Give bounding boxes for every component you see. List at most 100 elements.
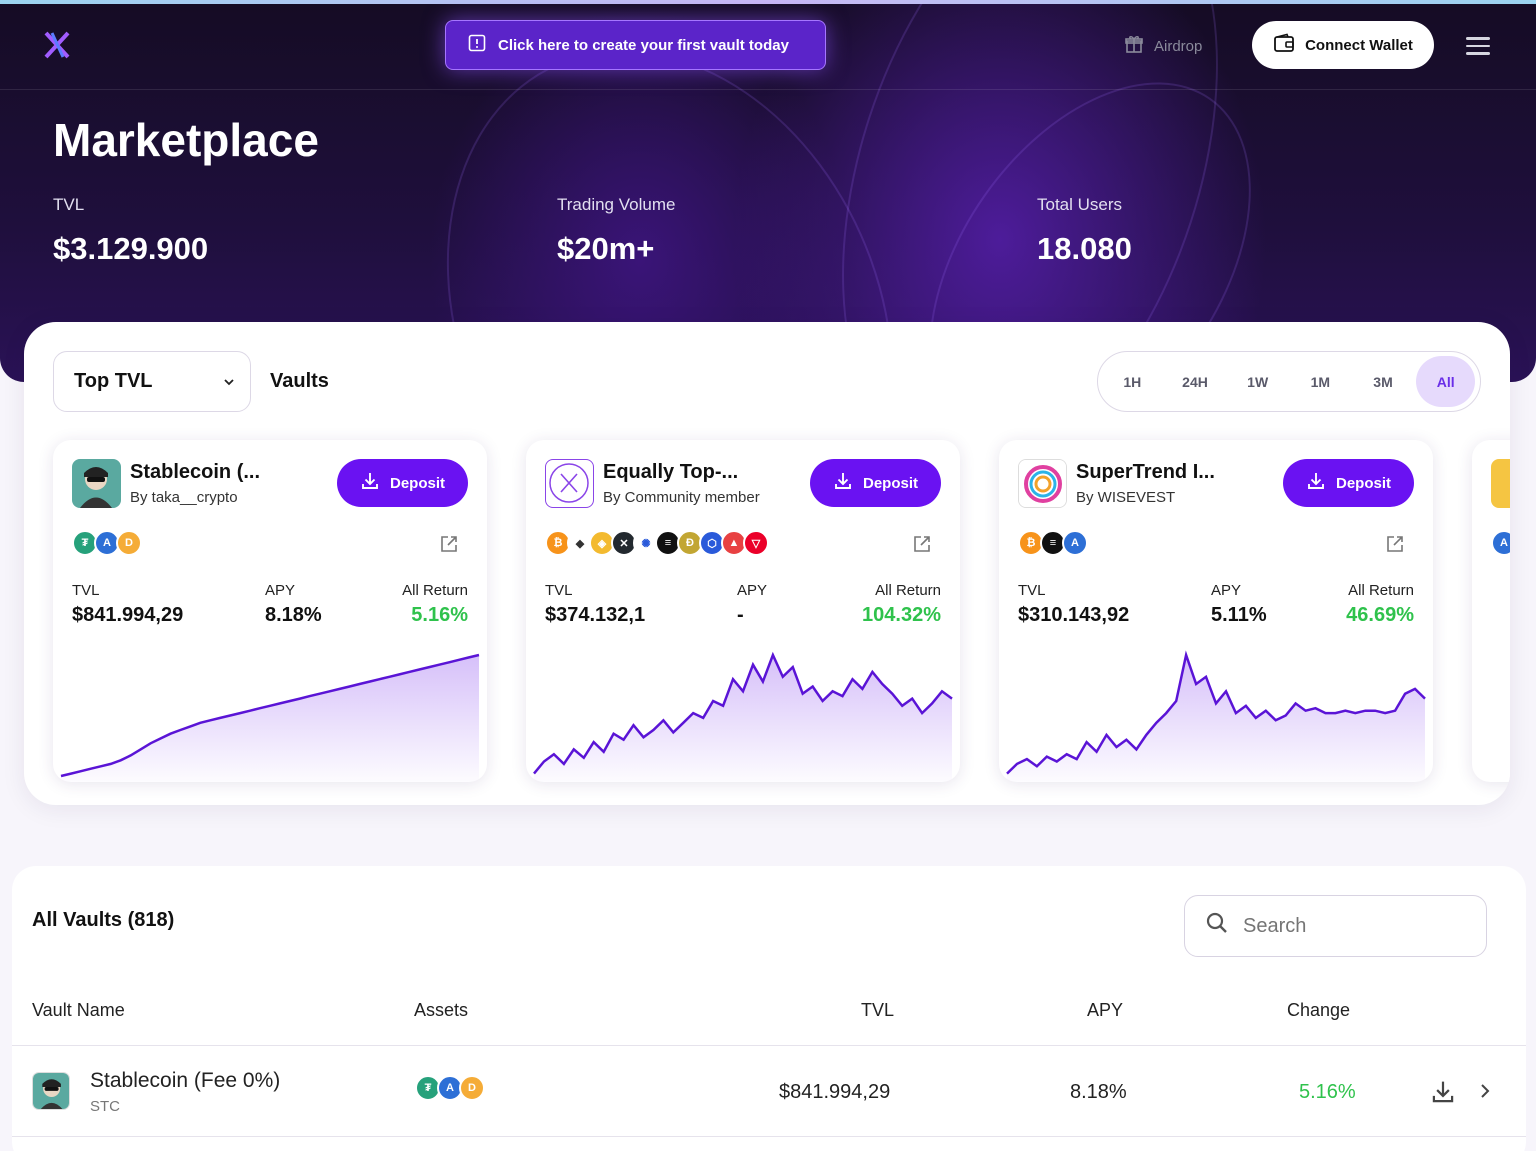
return-value: 5.16% (411, 604, 468, 626)
vault-card[interactable]: SuperTrend I... By WISEVEST Deposit ₿ ≡ … (999, 440, 1433, 782)
row-apy: 8.18% (1070, 1081, 1127, 1103)
vault-card[interactable]: Equally Top-... By Community member Depo… (526, 440, 960, 782)
deposit-label: Deposit (862, 474, 918, 492)
row-deposit-icon[interactable] (1430, 1079, 1456, 1110)
stat-total-users: Total Users 18.080 (1037, 195, 1132, 267)
col-change[interactable]: Change (1287, 1000, 1350, 1021)
apy-value: 8.18% (265, 604, 322, 626)
col-assets[interactable]: Assets (414, 1000, 468, 1021)
sort-select-value: Top TVL (74, 370, 153, 392)
asset-icons: ₿ ≡ A (1018, 530, 1088, 556)
apy-label: APY (737, 582, 768, 599)
stat-total-users-value: 18.080 (1037, 231, 1132, 266)
stat-total-users-label: Total Users (1037, 195, 1123, 214)
vault-avatar (72, 459, 121, 508)
range-1h[interactable]: 1H (1103, 356, 1162, 407)
top-navbar: Click here to create your first vault to… (0, 4, 1536, 90)
range-3m[interactable]: 3M (1354, 356, 1413, 407)
return-value: 104.32% (862, 604, 941, 626)
row-change: 5.16% (1299, 1081, 1356, 1103)
col-apy[interactable]: APY (1087, 1000, 1123, 1021)
chart-area (1007, 655, 1425, 782)
deposit-button[interactable]: Deposit (1283, 459, 1414, 507)
performance-chart (1006, 650, 1426, 782)
performance-chart (533, 651, 953, 782)
vault-author: By taka__crypto (130, 489, 238, 506)
sort-select[interactable]: Top TVL (53, 351, 251, 412)
connect-wallet-label: Connect Wallet (1305, 36, 1413, 54)
airdrop-link[interactable]: Airdrop (1124, 34, 1202, 58)
dai-icon: D (459, 1075, 485, 1101)
wallet-icon (1273, 33, 1295, 57)
time-range-selector: 1H 24H 1W 1M 3M All (1097, 351, 1481, 412)
search-icon (1205, 911, 1229, 941)
tvl-value: $374.132,1 (545, 604, 646, 626)
vault-name: SuperTrend I... (1076, 461, 1215, 483)
create-vault-banner-button[interactable]: Click here to create your first vault to… (445, 20, 826, 70)
info-icon (468, 34, 486, 56)
range-1m[interactable]: 1M (1291, 356, 1350, 407)
range-24h[interactable]: 24H (1166, 356, 1225, 407)
chevron-down-icon (222, 370, 236, 393)
deposit-label: Deposit (1335, 474, 1391, 492)
deposit-button[interactable]: Deposit (337, 459, 468, 507)
tvl-value: $841.994,29 (72, 604, 184, 626)
tvl-label: TVL (72, 582, 100, 599)
stat-tvl: TVL $3.129.900 (53, 195, 208, 267)
return-value: 46.69% (1346, 604, 1414, 626)
stat-trading-volume-label: Trading Volume (557, 195, 676, 214)
range-all[interactable]: All (1416, 356, 1476, 407)
search-input[interactable] (1243, 914, 1463, 938)
performance-chart (60, 653, 480, 782)
tvl-value: $310.143,92 (1018, 604, 1130, 626)
header-divider (12, 1045, 1526, 1046)
table-row[interactable]: Stablecoin (Fee 0%) STC ₮ A D $841.994,2… (12, 1047, 1526, 1137)
dai-icon: D (116, 530, 142, 556)
vault-name: Stablecoin (... (130, 461, 261, 483)
section-label: Vaults (270, 370, 329, 392)
download-icon (360, 471, 380, 495)
search-box[interactable] (1184, 895, 1487, 957)
vault-card-partial[interactable]: A (1472, 440, 1510, 782)
vault-avatar (545, 459, 594, 508)
col-tvl[interactable]: TVL (861, 1000, 894, 1021)
airdrop-label: Airdrop (1154, 37, 1203, 55)
vault-avatar (1018, 459, 1067, 508)
stat-trading-volume: Trading Volume $20m+ (557, 195, 675, 267)
page-title: Marketplace (53, 114, 319, 166)
return-label: All Return (402, 582, 468, 599)
range-1w[interactable]: 1W (1228, 356, 1287, 407)
chart-area (61, 655, 479, 782)
vault-card[interactable]: Stablecoin (... By taka__crypto Deposit … (53, 440, 487, 782)
coin-icon: A (1491, 530, 1510, 556)
stat-tvl-value: $3.129.900 (53, 231, 209, 266)
trx-icon: ▽ (743, 530, 769, 556)
asset-icons: ₿ ◆ ◈ ✕ ✺ ≡ Ð ⬡ ▲ ▽ (545, 530, 769, 556)
apy-value: - (737, 604, 744, 626)
row-vault-symbol: STC (90, 1098, 120, 1115)
external-link-icon[interactable] (1385, 534, 1405, 559)
all-vaults-title: All Vaults (818) (32, 909, 175, 931)
return-label: All Return (875, 582, 941, 599)
deposit-button[interactable]: Deposit (810, 459, 941, 507)
connect-wallet-button[interactable]: Connect Wallet (1252, 21, 1434, 69)
chevron-right-icon[interactable] (1478, 1081, 1492, 1106)
apy-value: 5.11% (1211, 604, 1267, 626)
asset-icons: A (1491, 530, 1510, 556)
return-label: All Return (1348, 582, 1414, 599)
top-vaults-panel: Top TVL Vaults 1H 24H 1W 1M 3M All Stabl… (24, 322, 1510, 805)
hamburger-menu-icon[interactable] (1466, 37, 1490, 60)
vault-name: Equally Top-... (603, 461, 739, 483)
vault-author: By WISEVEST (1076, 489, 1176, 506)
sol-icon: A (1062, 530, 1088, 556)
stat-tvl-label: TVL (53, 195, 85, 214)
external-link-icon[interactable] (912, 534, 932, 559)
all-vaults-section: All Vaults (818) Vault Name Assets TVL A… (12, 866, 1526, 1151)
external-link-icon[interactable] (439, 534, 459, 559)
chart-area (534, 655, 952, 782)
download-icon (833, 471, 853, 495)
vault-avatar (1491, 459, 1510, 508)
brand-logo[interactable] (44, 31, 70, 64)
stat-trading-volume-value: $20m+ (557, 231, 655, 266)
col-vault-name[interactable]: Vault Name (32, 1000, 125, 1021)
